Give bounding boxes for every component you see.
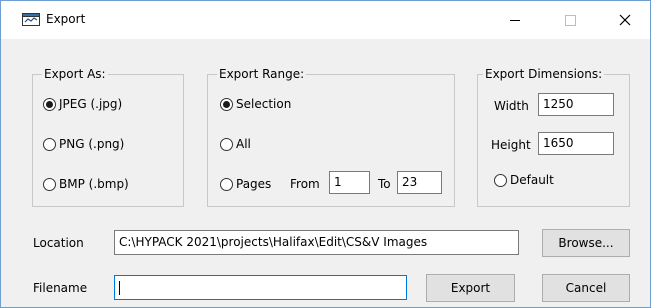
radio-jpeg-circle[interactable] [43, 97, 56, 111]
browse-button[interactable]: Browse... [542, 229, 630, 257]
radio-pages[interactable]: Pages [220, 176, 271, 192]
width-input[interactable]: 1250 [538, 93, 614, 116]
radio-jpeg-label: JPEG (.jpg) [59, 97, 123, 111]
title-bar[interactable]: Export [1, 1, 650, 39]
radio-bmp[interactable]: BMP (.bmp) [43, 176, 129, 192]
minimize-button[interactable] [492, 1, 538, 39]
radio-all-label: All [236, 137, 251, 151]
export-dialog: Export Export As: JPEG (.jpg) PNG (.png) [0, 0, 651, 308]
to-page-input[interactable]: 23 [397, 171, 442, 194]
radio-default[interactable]: Default [494, 172, 554, 188]
window-title: Export [46, 12, 86, 26]
height-input[interactable]: 1650 [538, 132, 614, 155]
radio-all-circle[interactable] [220, 137, 233, 151]
filename-label: Filename [33, 281, 88, 295]
width-label: Width [494, 99, 529, 113]
export-range-label: Export Range: [217, 67, 307, 81]
radio-bmp-circle[interactable] [43, 177, 56, 191]
export-window-icon [22, 13, 40, 26]
location-input[interactable]: C:\HYPACK 2021\projects\Halifax\Edit\CS&… [114, 230, 519, 255]
radio-all[interactable]: All [220, 136, 251, 152]
from-label: From [290, 177, 320, 191]
maximize-button[interactable] [547, 1, 593, 39]
radio-selection-label: Selection [236, 97, 292, 111]
radio-png-label: PNG (.png) [59, 137, 125, 151]
radio-selection-circle[interactable] [220, 97, 233, 111]
close-button[interactable] [602, 1, 648, 39]
radio-pages-circle[interactable] [220, 177, 233, 191]
export-button[interactable]: Export [426, 274, 515, 302]
export-dimensions-label: Export Dimensions: [483, 67, 605, 81]
export-as-label: Export As: [42, 67, 108, 81]
height-label: Height [491, 138, 531, 152]
filename-input[interactable] [114, 275, 407, 300]
radio-jpeg[interactable]: JPEG (.jpg) [43, 96, 122, 112]
close-icon [619, 14, 631, 26]
to-label: To [378, 177, 391, 191]
radio-default-circle[interactable] [494, 173, 507, 187]
radio-bmp-label: BMP (.bmp) [59, 177, 129, 191]
radio-selection[interactable]: Selection [220, 96, 291, 112]
minimize-icon [510, 20, 520, 21]
radio-png[interactable]: PNG (.png) [43, 136, 124, 152]
cancel-button[interactable]: Cancel [542, 274, 630, 302]
radio-default-label: Default [510, 173, 554, 187]
from-page-input[interactable]: 1 [329, 171, 370, 194]
text-caret [119, 280, 120, 295]
maximize-icon [565, 15, 576, 26]
radio-pages-label: Pages [236, 177, 272, 191]
radio-png-circle[interactable] [43, 137, 56, 151]
location-label: Location [33, 236, 84, 250]
